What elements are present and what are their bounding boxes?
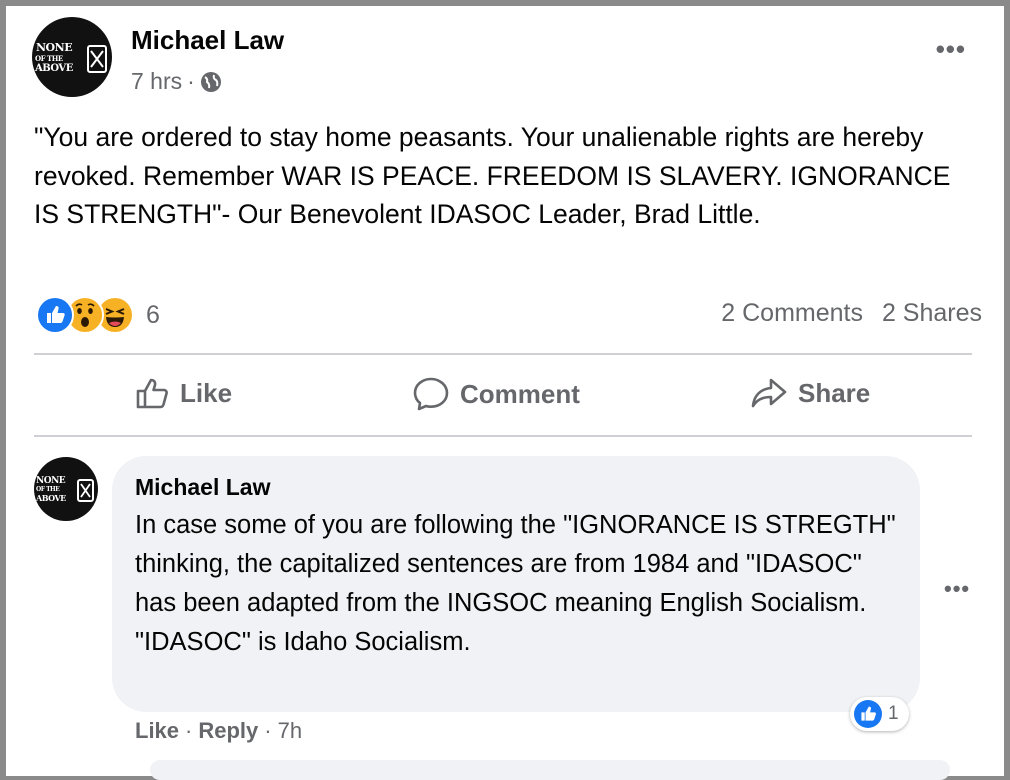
like-button[interactable]: Like: [134, 376, 232, 410]
reaction-count: 6: [146, 300, 160, 329]
comment-like-link[interactable]: Like: [135, 718, 179, 743]
divider: [34, 353, 972, 355]
post-text: "You are ordered to stay home peasants. …: [34, 122, 951, 229]
comments-count[interactable]: 2 Comments: [721, 299, 863, 327]
divider: [34, 435, 972, 437]
like-icon: [36, 296, 74, 334]
like-icon: [854, 700, 882, 728]
comment-button[interactable]: Comment: [412, 376, 580, 412]
comment-actions: Like · Reply · 7h: [135, 718, 302, 744]
post-options-icon[interactable]: •••: [936, 36, 966, 62]
separator: ·: [264, 718, 272, 743]
comment-time[interactable]: 7h: [278, 718, 302, 743]
post-author[interactable]: Michael Law: [131, 25, 284, 56]
like-label: Like: [180, 377, 233, 408]
comment-reaction-badge[interactable]: 1: [850, 697, 909, 731]
post-time[interactable]: 7 hrs: [131, 68, 182, 95]
share-button[interactable]: Share: [750, 376, 870, 410]
author-avatar[interactable]: NONE OF THE ABOVE: [32, 17, 112, 97]
share-label: Share: [798, 377, 871, 408]
avatar-text: NONE: [36, 41, 73, 54]
separator: ·: [187, 68, 195, 94]
shares-count[interactable]: 2 Shares: [882, 299, 982, 327]
comment-reaction-count: 1: [888, 703, 899, 724]
comment-text: In case some of you are following the "I…: [135, 511, 896, 656]
ballot-x-icon: [77, 479, 94, 502]
comment-bubble-icon: [413, 377, 449, 411]
avatar-text: ABOVE: [35, 63, 73, 74]
separator: ·: [185, 718, 193, 743]
avatar-text: NONE: [36, 476, 66, 486]
share-arrow-icon: [751, 378, 787, 408]
avatar-text: ABOVE: [36, 493, 66, 503]
ballot-x-icon: [87, 45, 107, 73]
comment-options-icon[interactable]: •••: [944, 576, 970, 602]
comment-reply-link[interactable]: Reply: [198, 718, 258, 743]
post-meta: 7 hrs ·: [131, 68, 222, 95]
reaction-summary[interactable]: 6: [36, 296, 160, 334]
globe-icon[interactable]: [200, 71, 222, 93]
next-comment-bubble: [150, 760, 950, 780]
engagement-counts: 2 Comments 2 Shares: [721, 299, 982, 328]
comment-author[interactable]: Michael Law: [135, 474, 270, 501]
avatar-text: OF THE: [35, 54, 63, 63]
commenter-avatar[interactable]: NONE OF THE ABOVE: [34, 457, 98, 521]
thumbs-up-icon: [136, 378, 168, 409]
comment-label: Comment: [460, 378, 580, 409]
